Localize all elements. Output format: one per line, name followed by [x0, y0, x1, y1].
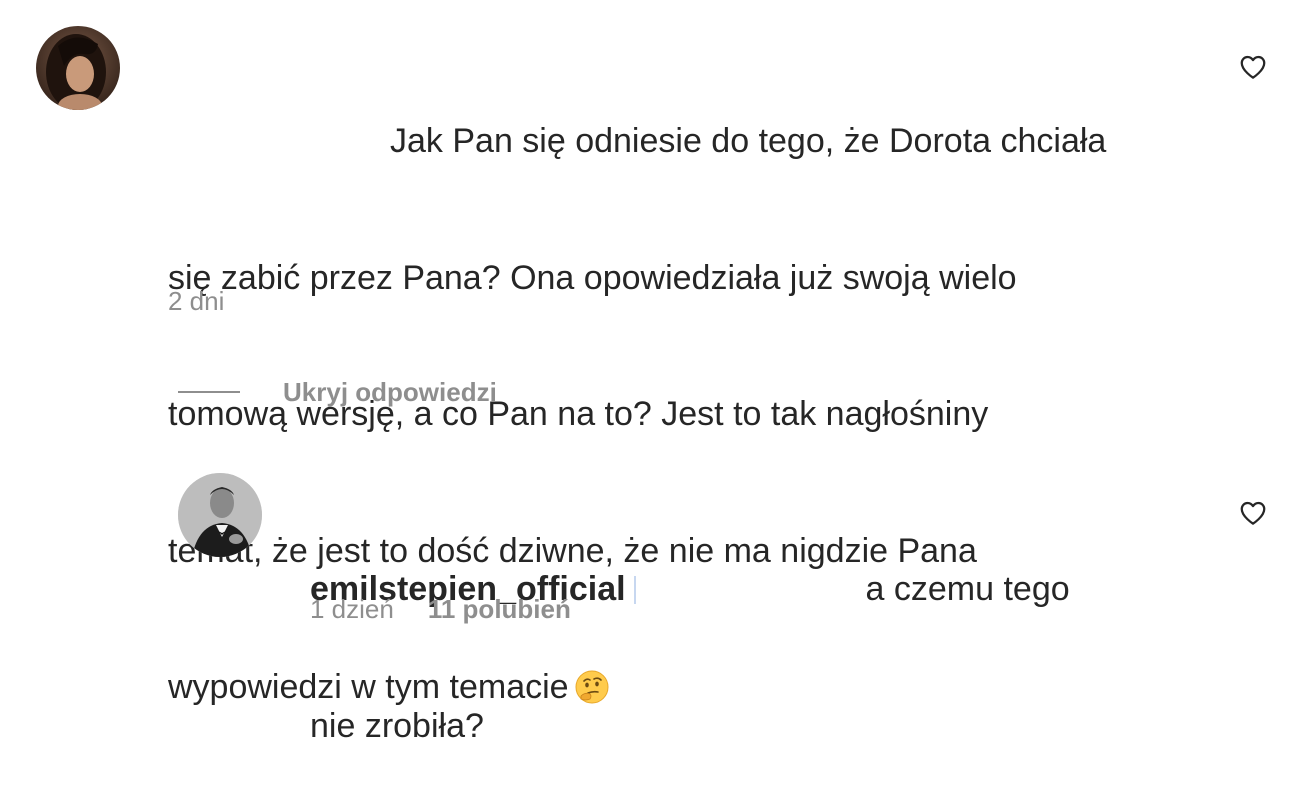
- comment-time[interactable]: 2 dni: [168, 286, 224, 316]
- reply-meta: 1 dzień 11 polubień: [310, 594, 571, 625]
- hide-replies-label: Ukryj odpowiedzi: [283, 376, 497, 407]
- hide-replies-button[interactable]: Ukryj odpowiedzi: [178, 372, 497, 412]
- replies-divider: [178, 391, 240, 393]
- reply-avatar[interactable]: [178, 473, 262, 557]
- comment-line-1: Jak Pan się odniesie do tego, że Dorota …: [390, 122, 1107, 160]
- reply-time[interactable]: 1 dzień: [310, 594, 394, 625]
- reply-line-2: nie zrobiła?: [310, 706, 484, 745]
- comment-line-2: się zabić przez Pana? Ona opowiedziała j…: [168, 258, 1017, 297]
- reply-line-1: a czemu tego: [865, 570, 1070, 608]
- reply-text: emilstepien_official a czemu tego nie zro…: [310, 476, 1210, 795]
- commenter-avatar[interactable]: [36, 26, 120, 110]
- redacted-mention: [626, 572, 866, 606]
- reply-likes[interactable]: 11 polubień: [428, 594, 571, 625]
- comment-meta: 2 dni: [168, 286, 224, 317]
- heart-outline-icon[interactable]: [1238, 498, 1268, 528]
- heart-outline-icon[interactable]: [1238, 52, 1268, 82]
